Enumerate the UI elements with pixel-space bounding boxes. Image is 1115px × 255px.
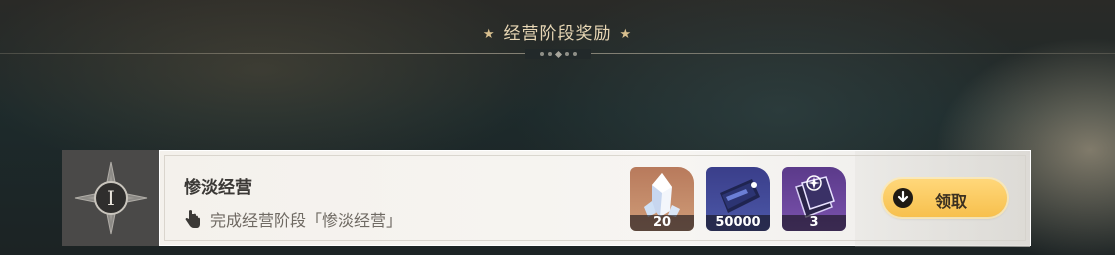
reward-count: 3 bbox=[782, 215, 846, 231]
star-icon: ★ bbox=[482, 27, 496, 42]
reward-item[interactable]: 20 bbox=[630, 167, 694, 231]
stage-title: 惨淡经营 bbox=[184, 178, 252, 198]
claim-button[interactable]: 领取 bbox=[883, 179, 1007, 217]
claim-button-label: 领取 bbox=[935, 192, 968, 211]
hand-icon bbox=[184, 209, 202, 229]
stage-reward-row: I 惨淡经营 完成经营阶段「惨淡经营」 20 50000 3 领取 bbox=[62, 150, 1031, 247]
compass-star-icon: I bbox=[74, 161, 147, 235]
star-icon: ★ bbox=[619, 27, 633, 42]
reward-count: 20 bbox=[630, 215, 694, 231]
reward-item[interactable]: 3 bbox=[782, 167, 846, 231]
section-title: ★ 经营阶段奖励 ★ bbox=[0, 19, 1115, 44]
download-icon bbox=[893, 188, 913, 208]
stage-description: 完成经营阶段「惨淡经营」 bbox=[184, 207, 402, 231]
stage-badge: I bbox=[62, 150, 159, 246]
header: ★ 经营阶段奖励 ★ bbox=[0, 0, 1115, 72]
section-title-text: 经营阶段奖励 bbox=[503, 24, 612, 44]
divider-ornament bbox=[525, 49, 591, 59]
reward-item[interactable]: 50000 bbox=[706, 167, 770, 231]
stage-description-text: 完成经营阶段「惨淡经营」 bbox=[210, 211, 403, 230]
stage-numeral: I bbox=[107, 186, 115, 210]
stage-card: 惨淡经营 完成经营阶段「惨淡经营」 20 50000 3 领取 bbox=[159, 150, 1031, 247]
reward-count: 50000 bbox=[706, 215, 770, 231]
